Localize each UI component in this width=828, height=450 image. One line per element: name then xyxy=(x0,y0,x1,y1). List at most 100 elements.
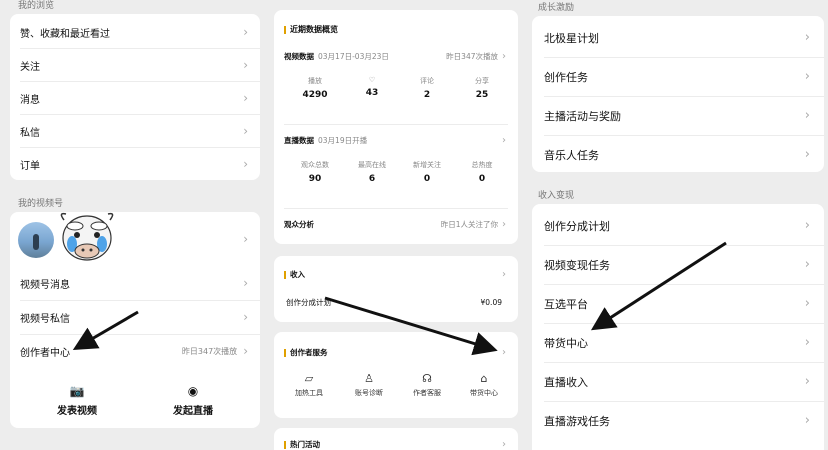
chevron-right-icon: › xyxy=(804,30,810,45)
list-item-host-activities[interactable]: 主播活动与奖励 › xyxy=(532,96,824,135)
income-plan-row[interactable]: 创作分成计划 ¥0.09 xyxy=(274,294,518,310)
chevron-right-icon: › xyxy=(804,108,810,123)
accent-bar xyxy=(284,348,286,357)
list-item-revenue-share[interactable]: 创作分成计划 › xyxy=(532,206,824,245)
list-item-follow[interactable]: 关注 › xyxy=(10,49,260,81)
chevron-right-icon: › xyxy=(243,91,248,105)
left-panel: 我的浏览 赞、收藏和最近看过 › 关注 › 消息 › 私信 › 订单 › 我的视… xyxy=(0,0,268,450)
chevron-right-icon: › xyxy=(804,374,810,389)
chevron-right-icon: › xyxy=(804,413,810,428)
cow-mascot-icon xyxy=(54,204,120,266)
list-item-label: 订单 xyxy=(20,160,40,172)
list-item-channel-private[interactable]: 视频号私信 › xyxy=(10,304,260,330)
list-item-orders[interactable]: 订单 › xyxy=(10,148,260,180)
chevron-right-icon: › xyxy=(502,218,506,230)
income-card: 收入 › 创作分成计划 ¥0.09 xyxy=(274,256,518,322)
hot-activity-header[interactable]: 热门活动 › xyxy=(274,436,518,450)
live-data-row[interactable]: 直播数据 03月19日开播 › xyxy=(274,132,518,148)
chevron-right-icon: › xyxy=(804,335,810,350)
chevron-right-icon: › xyxy=(243,276,248,290)
stat-comments: 评论 2 xyxy=(420,77,434,100)
play-count-meta: 昨日347次播放 xyxy=(181,346,238,356)
list-item-channel-messages[interactable]: 视频号消息 › xyxy=(10,270,260,296)
camera-icon: 📷 xyxy=(69,384,85,398)
creator-service-card: 创作者服务 › ▱ 加热工具 ♙ 账号诊断 ☊ 作者客服 ⌂ 带货中心 xyxy=(274,332,518,418)
video-data-label: 视频数据 xyxy=(284,51,314,61)
divider xyxy=(20,334,260,335)
chevron-right-icon[interactable]: › xyxy=(243,232,248,246)
chevron-right-icon: › xyxy=(804,296,810,311)
stat-total-heat: 总热度 0 xyxy=(471,161,493,184)
income-title: 收入 xyxy=(284,269,502,280)
chevron-right-icon: › xyxy=(502,346,506,358)
divider xyxy=(284,208,508,209)
list-item-likes[interactable]: 赞、收藏和最近看过 › xyxy=(10,16,260,48)
chevron-right-icon: › xyxy=(804,218,810,233)
list-item-label: 创作者中心 xyxy=(20,347,70,359)
chevron-right-icon: › xyxy=(804,147,810,162)
video-data-meta: 昨日347次播放 xyxy=(446,51,498,61)
list-item-sales-center[interactable]: 带货中心 › xyxy=(532,323,824,362)
list-item-label: 视频号消息 xyxy=(20,279,70,291)
tool-boost[interactable]: ▱ 加热工具 xyxy=(284,372,334,398)
headset-icon: ☊ xyxy=(422,372,432,385)
stat-peak-online: 最高在线 6 xyxy=(358,161,386,184)
recent-data-card: 近期数据概览 视频数据 03月17日-03月23日 昨日347次播放 › 播放 … xyxy=(274,10,518,244)
list-item-live-game-tasks[interactable]: 直播游戏任务 › xyxy=(532,401,824,440)
growth-card: 北极星计划 › 创作任务 › 主播活动与奖励 › 音乐人任务 › xyxy=(532,16,824,172)
post-video-label: 发表视频 xyxy=(57,406,97,417)
heart-icon: ♡ xyxy=(368,76,376,84)
divider xyxy=(284,124,508,125)
chevron-right-icon: › xyxy=(243,124,248,138)
accent-bar xyxy=(284,440,286,449)
audience-analysis-row[interactable]: 观众分析 昨日1人关注了你 › xyxy=(274,216,518,232)
stat-likes: ♡ 43 xyxy=(347,76,397,98)
list-item-label: 消息 xyxy=(20,94,40,106)
tool-sales-center[interactable]: ⌂ 带货中心 xyxy=(459,372,509,398)
chevron-right-icon: › xyxy=(502,50,506,62)
stat-plays: 播放 4290 xyxy=(302,77,328,100)
start-live-button[interactable]: ◉ 发起直播 xyxy=(148,384,238,417)
browse-card: 赞、收藏和最近看过 › 关注 › 消息 › 私信 › 订单 › xyxy=(10,14,260,180)
live-date: 03月19日开播 xyxy=(318,135,368,145)
video-data-row[interactable]: 视频数据 03月17日-03月23日 昨日347次播放 › xyxy=(274,48,518,64)
post-video-button[interactable]: 📷 发表视频 xyxy=(32,384,122,417)
stat-shares: 分享 25 xyxy=(475,77,489,100)
shop-icon: ⌂ xyxy=(480,372,488,385)
list-item-live-income[interactable]: 直播收入 › xyxy=(532,362,824,401)
list-item-private-messages[interactable]: 私信 › xyxy=(10,115,260,147)
middle-panel: 近期数据概览 视频数据 03月17日-03月23日 昨日347次播放 › 播放 … xyxy=(270,0,524,450)
avatar[interactable] xyxy=(18,222,54,258)
hot-activity-title: 热门活动 xyxy=(284,439,502,450)
list-item-video-monetize[interactable]: 视频变现任务 › xyxy=(532,245,824,284)
list-item-messages[interactable]: 消息 › xyxy=(10,82,260,114)
stat-new-follows: 新增关注 0 xyxy=(413,161,441,184)
list-item-north-star[interactable]: 北极星计划 › xyxy=(532,18,824,57)
live-data-label: 直播数据 xyxy=(284,135,314,145)
section-label-monetize: 收入变现 xyxy=(538,191,575,201)
accent-bar xyxy=(284,270,286,279)
list-item-musician-tasks[interactable]: 音乐人任务 › xyxy=(532,135,824,174)
list-item-creator-center[interactable]: 创作者中心 昨日347次播放 › xyxy=(10,338,260,364)
list-item-label: 赞、收藏和最近看过 xyxy=(20,28,110,40)
list-item-mutual-platform[interactable]: 互选平台 › xyxy=(532,284,824,323)
chevron-right-icon: › xyxy=(502,268,506,280)
list-item-label: 视频号私信 xyxy=(20,313,70,325)
start-live-label: 发起直播 xyxy=(173,406,213,417)
income-value: ¥0.09 xyxy=(480,297,502,307)
service-header[interactable]: 创作者服务 › xyxy=(274,344,518,360)
user-check-icon: ♙ xyxy=(364,372,374,385)
list-item-label: 关注 xyxy=(20,61,40,73)
chevron-right-icon: › xyxy=(502,438,506,450)
recent-data-title: 近期数据概览 xyxy=(284,24,338,35)
income-plan-label: 创作分成计划 xyxy=(286,297,331,307)
stat-total-viewers: 观众总数 90 xyxy=(301,161,329,184)
list-item-creation-tasks[interactable]: 创作任务 › xyxy=(532,57,824,96)
service-title: 创作者服务 xyxy=(284,347,502,358)
tool-support[interactable]: ☊ 作者客服 xyxy=(402,372,452,398)
video-date-range: 03月17日-03月23日 xyxy=(318,51,389,61)
trend-chart-icon: ▱ xyxy=(304,372,314,385)
hot-activity-card: 热门活动 › xyxy=(274,428,518,450)
tool-diagnosis[interactable]: ♙ 账号诊断 xyxy=(344,372,394,398)
income-header[interactable]: 收入 › xyxy=(274,266,518,282)
